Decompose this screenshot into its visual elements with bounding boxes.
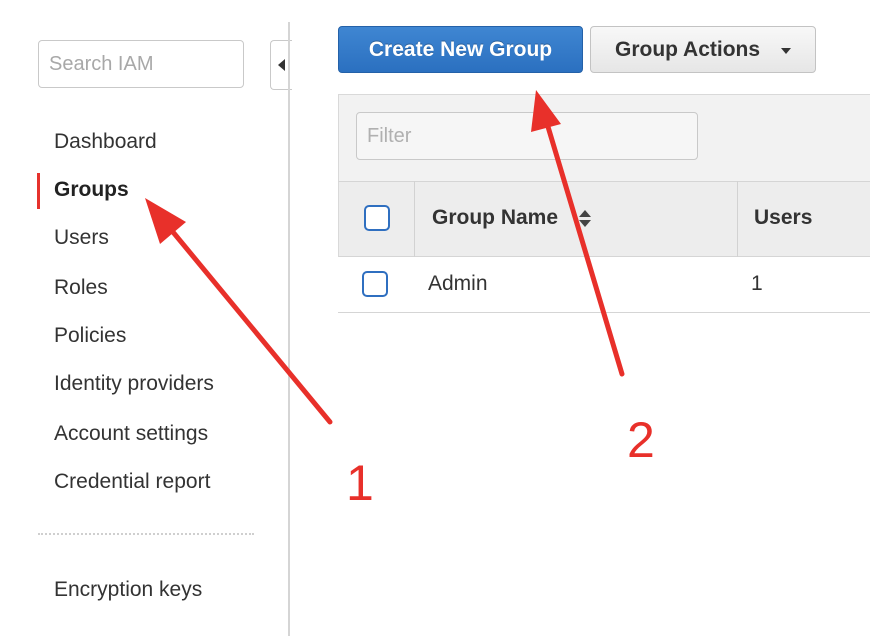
users-count-cell: 1 bbox=[751, 272, 763, 295]
sidebar-item-credential-report[interactable]: Credential report bbox=[54, 467, 210, 497]
row-checkbox[interactable] bbox=[362, 271, 388, 297]
sidebar-item-encryption-keys[interactable]: Encryption keys bbox=[54, 575, 202, 605]
sidebar-item-roles[interactable]: Roles bbox=[54, 273, 108, 303]
sidebar-item-users[interactable]: Users bbox=[54, 223, 109, 253]
annotation-label-2: 2 bbox=[627, 412, 655, 468]
sidebar-item-account-settings[interactable]: Account settings bbox=[54, 419, 208, 449]
group-actions-label: Group Actions bbox=[615, 38, 761, 61]
search-input[interactable] bbox=[38, 40, 244, 88]
sidebar-item-policies[interactable]: Policies bbox=[54, 321, 126, 351]
sidebar-item-identity-providers[interactable]: Identity providers bbox=[54, 369, 214, 399]
sidebar-item-dashboard[interactable]: Dashboard bbox=[54, 127, 157, 157]
filter-input[interactable] bbox=[356, 112, 698, 160]
select-all-checkbox[interactable] bbox=[364, 205, 390, 231]
sort-icon[interactable] bbox=[578, 210, 592, 228]
sidebar-item-groups[interactable]: Groups bbox=[54, 175, 129, 205]
sidebar-divider bbox=[288, 22, 290, 636]
group-name-cell[interactable]: Admin bbox=[428, 269, 488, 299]
column-header-group-name[interactable]: Group Name bbox=[432, 203, 558, 233]
caret-down-icon bbox=[781, 48, 791, 54]
create-new-group-button[interactable]: Create New Group bbox=[338, 26, 583, 73]
group-actions-button[interactable]: Group Actions bbox=[590, 26, 816, 73]
column-header-users[interactable]: Users bbox=[754, 203, 812, 233]
table-row[interactable] bbox=[338, 257, 870, 313]
column-separator bbox=[414, 181, 415, 257]
sidebar-separator bbox=[38, 533, 254, 535]
active-indicator bbox=[37, 173, 40, 209]
sidebar: Dashboard Groups Users Roles Policies Id… bbox=[0, 0, 292, 636]
chevron-left-icon bbox=[278, 59, 285, 71]
annotation-label-1: 1 bbox=[346, 455, 374, 511]
column-separator bbox=[737, 181, 738, 257]
